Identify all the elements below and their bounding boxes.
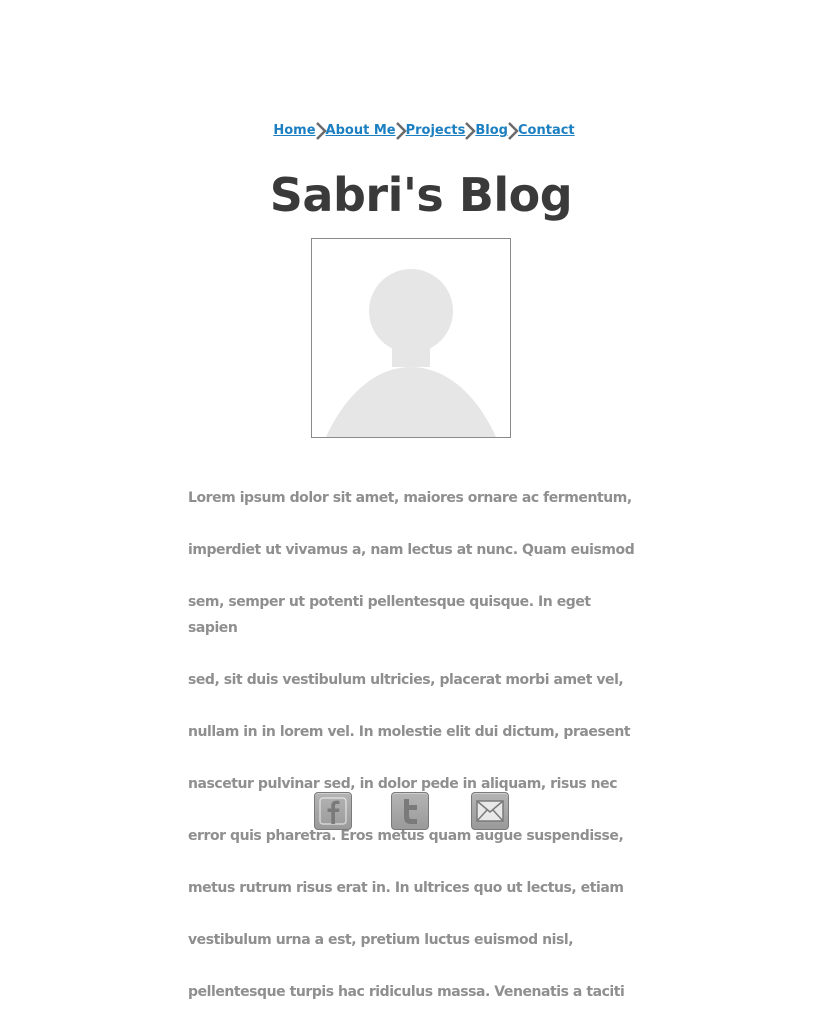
post-body-line: imperdiet ut vivamus a, nam lectus at nu… [188,542,635,558]
email-button[interactable] [471,792,509,830]
post-body-line: sed, sit duis vestibulum ultricies, plac… [188,672,624,688]
facebook-button[interactable] [314,792,352,830]
user-silhouette-icon [326,269,496,437]
email-icon [476,800,504,822]
post-body-line: vestibulum urna a est, pretium luctus eu… [188,932,574,948]
facebook-icon [319,797,347,825]
twitter-icon [404,799,417,824]
post-body-line: sem, semper ut potenti pellentesque quis… [188,594,591,636]
avatar [311,238,511,438]
post-body-line: Lorem ipsum dolor sit amet, maiores orna… [188,490,632,506]
breadcrumb: Home About Me Projects Blog Contact [0,121,836,141]
nav-link-about-me[interactable]: About Me [326,121,396,141]
post-body-line: pellentesque turpis hac ridiculus massa.… [188,984,625,1000]
post-body-line: metus rutrum risus erat in. In ultrices … [188,880,624,896]
page-title: Sabri's Blog [269,168,573,222]
twitter-button[interactable] [391,792,429,830]
post-body: Lorem ipsum dolor sit amet, maiores orna… [188,459,640,1031]
post-body-line: nullam in in lorem vel. In molestie elit… [188,724,631,740]
nav-link-home[interactable]: Home [273,121,315,141]
nav-link-projects[interactable]: Projects [406,121,466,141]
nav-link-contact[interactable]: Contact [518,121,575,141]
social-links [0,792,836,832]
nav-link-blog[interactable]: Blog [475,121,508,141]
